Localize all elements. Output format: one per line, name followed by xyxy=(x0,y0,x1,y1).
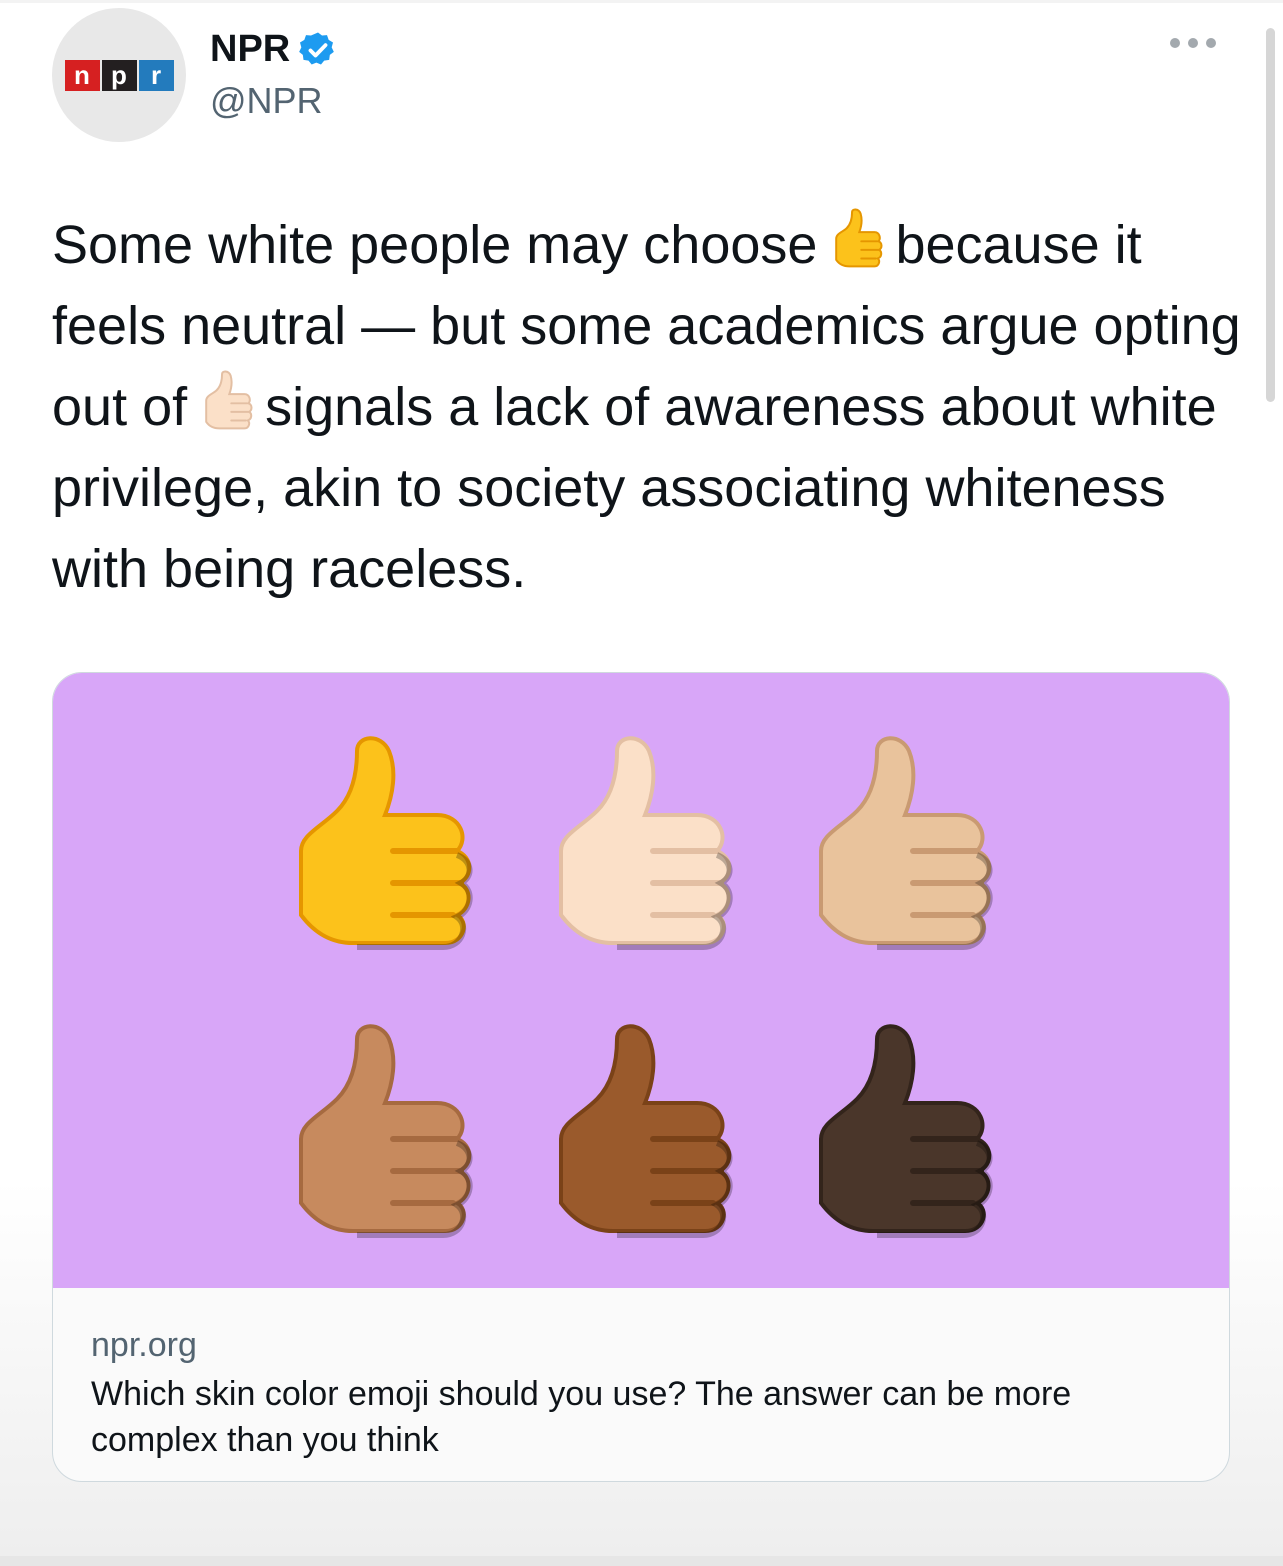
handle[interactable]: @NPR xyxy=(210,80,323,122)
thumbs-up-default-yellow-icon xyxy=(835,208,883,268)
thumbs-up-light-skin-tone-icon xyxy=(205,370,253,430)
display-name[interactable]: NPR xyxy=(210,28,290,71)
logo-letter-r: r xyxy=(138,59,174,91)
link-card-image[interactable] xyxy=(53,673,1229,1288)
tweet-text-part-1: Some white people may choose xyxy=(52,215,818,275)
link-card-meta[interactable]: npr.org Which skin color emoji should yo… xyxy=(91,1325,1191,1463)
bottom-edge xyxy=(0,1556,1283,1566)
tweet-text: Some white people may choose because it … xyxy=(52,205,1252,610)
npr-logo: n p r xyxy=(64,59,174,91)
thumbs-up-medium-dark-icon xyxy=(545,1023,745,1243)
link-card[interactable]: npr.org Which skin color emoji should yo… xyxy=(52,672,1230,1482)
link-domain: npr.org xyxy=(91,1326,197,1364)
thumbs-up-medium-icon xyxy=(285,1023,485,1243)
thumbs-up-yellow-icon xyxy=(285,735,485,955)
author-name-row[interactable]: NPR xyxy=(210,28,338,71)
thumbs-up-medium-light-icon xyxy=(805,735,1005,955)
avatar[interactable]: n p r xyxy=(52,8,186,142)
verified-badge-icon xyxy=(299,32,335,64)
top-divider xyxy=(0,0,1283,3)
more-dots-icon[interactable] xyxy=(1170,38,1216,48)
scrollbar[interactable] xyxy=(1266,28,1275,402)
logo-letter-p: p xyxy=(101,59,137,91)
thumbs-up-dark-icon xyxy=(805,1023,1005,1243)
link-title[interactable]: Which skin color emoji should you use? T… xyxy=(91,1371,1191,1463)
thumbs-up-light-icon xyxy=(545,735,745,955)
logo-letter-n: n xyxy=(64,59,100,91)
